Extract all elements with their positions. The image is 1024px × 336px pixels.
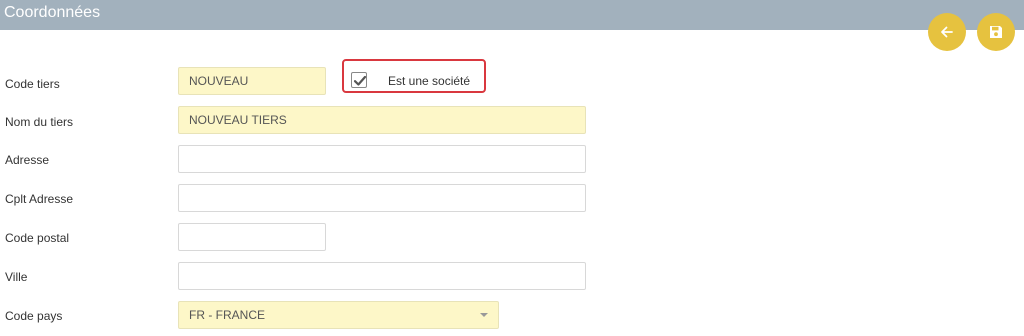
code-pays-value: FR - FRANCE — [189, 308, 265, 322]
nom-tiers-input[interactable]: NOUVEAU TIERS — [178, 106, 586, 134]
checkmark-icon — [353, 75, 367, 86]
section-title: Coordonnées — [4, 4, 101, 21]
code-pays-select[interactable]: FR - FRANCE — [178, 301, 499, 329]
arrow-left-icon — [941, 26, 953, 38]
code-postal-label: Code postal — [5, 231, 70, 245]
nom-tiers-label: Nom du tiers — [5, 115, 74, 129]
est-societe-checkbox[interactable] — [351, 72, 367, 88]
adresse-label: Adresse — [5, 153, 50, 167]
code-tiers-label: Code tiers — [5, 77, 60, 91]
ville-label: Ville — [5, 270, 28, 284]
cplt-adresse-input[interactable] — [178, 184, 586, 212]
code-pays-label: Code pays — [5, 309, 63, 323]
coordonnees-page: Coordonnées Code tiers NOUVEAU Est une s… — [0, 0, 1024, 336]
back-button[interactable] — [928, 13, 966, 51]
cplt-adresse-label: Cplt Adresse — [5, 192, 74, 206]
ville-input[interactable] — [178, 262, 586, 290]
code-tiers-input[interactable]: NOUVEAU — [178, 67, 326, 95]
code-postal-input[interactable] — [178, 223, 326, 251]
save-button[interactable] — [977, 13, 1015, 51]
caret-down-icon — [480, 313, 488, 317]
section-header: Coordonnées — [0, 0, 1024, 30]
adresse-input[interactable] — [178, 145, 586, 173]
floppy-disk-icon — [990, 26, 1002, 38]
est-societe-label: Est une société — [388, 74, 471, 88]
